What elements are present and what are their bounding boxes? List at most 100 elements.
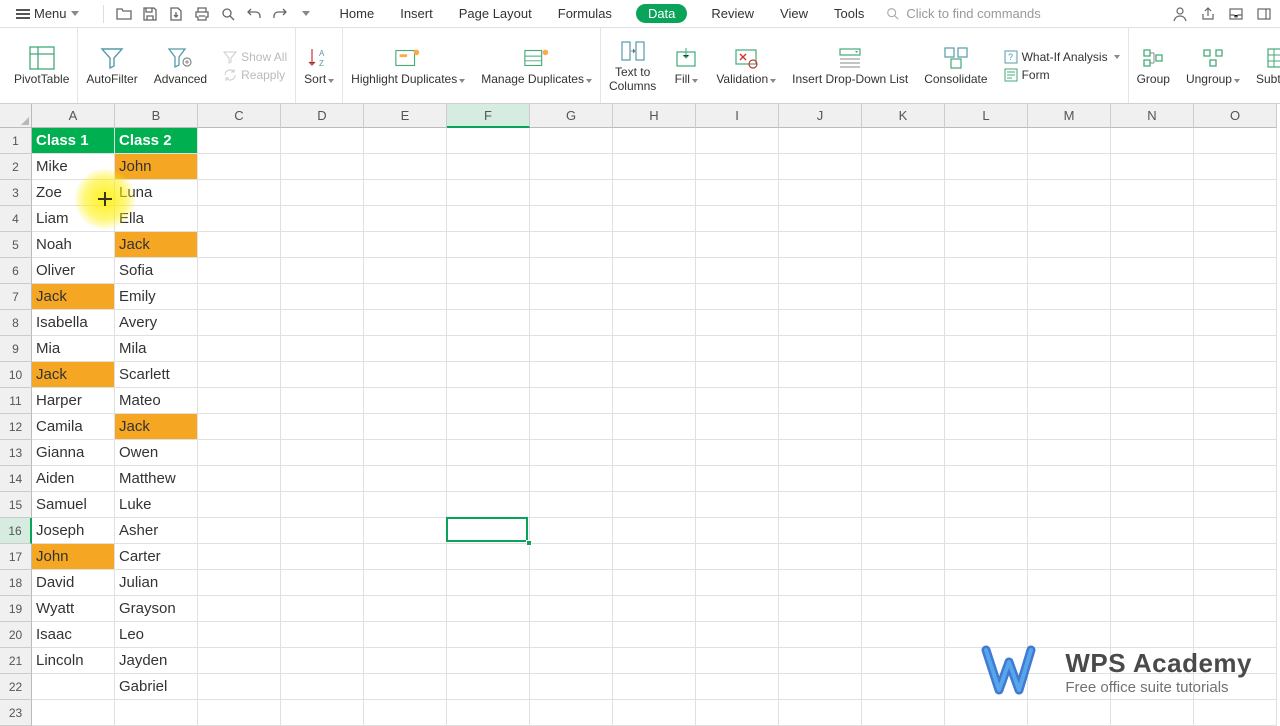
cell-O3[interactable]: [1194, 180, 1277, 206]
cell-B12[interactable]: Jack: [115, 414, 198, 440]
col-header-F[interactable]: F: [447, 104, 530, 128]
row-header-2[interactable]: 2: [0, 154, 32, 180]
cell-E9[interactable]: [364, 336, 447, 362]
undo-icon[interactable]: [246, 6, 262, 22]
redo-icon[interactable]: [272, 6, 288, 22]
cell-C1[interactable]: [198, 128, 281, 154]
cell-A2[interactable]: Mike: [32, 154, 115, 180]
cell-F9[interactable]: [447, 336, 530, 362]
cell-O23[interactable]: [1194, 700, 1277, 726]
cell-G12[interactable]: [530, 414, 613, 440]
cell-M10[interactable]: [1028, 362, 1111, 388]
cell-F16[interactable]: [447, 518, 530, 544]
tab-review[interactable]: Review: [709, 4, 756, 23]
cell-L17[interactable]: [945, 544, 1028, 570]
cell-K5[interactable]: [862, 232, 945, 258]
cell-C11[interactable]: [198, 388, 281, 414]
cell-D18[interactable]: [281, 570, 364, 596]
cell-area[interactable]: Class 1Class 2MikeJohnZoeLunaLiamEllaNoa…: [32, 128, 1277, 726]
cell-O1[interactable]: [1194, 128, 1277, 154]
cell-O16[interactable]: [1194, 518, 1277, 544]
cell-M9[interactable]: [1028, 336, 1111, 362]
cell-M23[interactable]: [1028, 700, 1111, 726]
cell-C4[interactable]: [198, 206, 281, 232]
cell-F7[interactable]: [447, 284, 530, 310]
user-icon[interactable]: [1172, 6, 1188, 22]
cell-L18[interactable]: [945, 570, 1028, 596]
cell-I7[interactable]: [696, 284, 779, 310]
col-header-C[interactable]: C: [198, 104, 281, 128]
cell-O12[interactable]: [1194, 414, 1277, 440]
cell-D22[interactable]: [281, 674, 364, 700]
tab-view[interactable]: View: [778, 4, 810, 23]
cell-J9[interactable]: [779, 336, 862, 362]
cell-D17[interactable]: [281, 544, 364, 570]
cell-J13[interactable]: [779, 440, 862, 466]
ungroup-button[interactable]: Ungroup: [1186, 45, 1240, 86]
cell-H11[interactable]: [613, 388, 696, 414]
cell-M7[interactable]: [1028, 284, 1111, 310]
cell-E21[interactable]: [364, 648, 447, 674]
row-header-7[interactable]: 7: [0, 284, 32, 310]
cell-B7[interactable]: Emily: [115, 284, 198, 310]
cell-D2[interactable]: [281, 154, 364, 180]
cell-K4[interactable]: [862, 206, 945, 232]
cell-K14[interactable]: [862, 466, 945, 492]
cell-N6[interactable]: [1111, 258, 1194, 284]
cell-C10[interactable]: [198, 362, 281, 388]
fill-button[interactable]: Fill: [672, 45, 700, 86]
cell-K9[interactable]: [862, 336, 945, 362]
print-icon[interactable]: [194, 6, 210, 22]
cell-E18[interactable]: [364, 570, 447, 596]
cell-K8[interactable]: [862, 310, 945, 336]
cell-D20[interactable]: [281, 622, 364, 648]
cell-D10[interactable]: [281, 362, 364, 388]
cell-M6[interactable]: [1028, 258, 1111, 284]
cell-O18[interactable]: [1194, 570, 1277, 596]
cell-L11[interactable]: [945, 388, 1028, 414]
cell-N4[interactable]: [1111, 206, 1194, 232]
cell-C2[interactable]: [198, 154, 281, 180]
cell-N23[interactable]: [1111, 700, 1194, 726]
cell-K16[interactable]: [862, 518, 945, 544]
cell-F10[interactable]: [447, 362, 530, 388]
cell-F3[interactable]: [447, 180, 530, 206]
row-header-12[interactable]: 12: [0, 414, 32, 440]
cell-C22[interactable]: [198, 674, 281, 700]
cell-N10[interactable]: [1111, 362, 1194, 388]
cell-D11[interactable]: [281, 388, 364, 414]
cell-H1[interactable]: [613, 128, 696, 154]
cell-A8[interactable]: Isabella: [32, 310, 115, 336]
what-if-button[interactable]: ?What-If Analysis: [1004, 50, 1120, 64]
cell-B23[interactable]: [115, 700, 198, 726]
cell-E10[interactable]: [364, 362, 447, 388]
cell-J5[interactable]: [779, 232, 862, 258]
cell-I17[interactable]: [696, 544, 779, 570]
cell-A20[interactable]: Isaac: [32, 622, 115, 648]
cell-I16[interactable]: [696, 518, 779, 544]
cell-N2[interactable]: [1111, 154, 1194, 180]
cell-A18[interactable]: David: [32, 570, 115, 596]
cell-L4[interactable]: [945, 206, 1028, 232]
cell-C19[interactable]: [198, 596, 281, 622]
row-header-11[interactable]: 11: [0, 388, 32, 414]
cell-K12[interactable]: [862, 414, 945, 440]
cell-B14[interactable]: Matthew: [115, 466, 198, 492]
cell-J1[interactable]: [779, 128, 862, 154]
cell-H6[interactable]: [613, 258, 696, 284]
cell-I13[interactable]: [696, 440, 779, 466]
cell-H23[interactable]: [613, 700, 696, 726]
cell-G20[interactable]: [530, 622, 613, 648]
cell-C5[interactable]: [198, 232, 281, 258]
cell-K18[interactable]: [862, 570, 945, 596]
cell-I12[interactable]: [696, 414, 779, 440]
cell-M18[interactable]: [1028, 570, 1111, 596]
cell-H4[interactable]: [613, 206, 696, 232]
cell-J15[interactable]: [779, 492, 862, 518]
cell-G9[interactable]: [530, 336, 613, 362]
cell-E6[interactable]: [364, 258, 447, 284]
consolidate-button[interactable]: Consolidate: [924, 45, 987, 86]
cell-L15[interactable]: [945, 492, 1028, 518]
cell-E11[interactable]: [364, 388, 447, 414]
cell-F8[interactable]: [447, 310, 530, 336]
